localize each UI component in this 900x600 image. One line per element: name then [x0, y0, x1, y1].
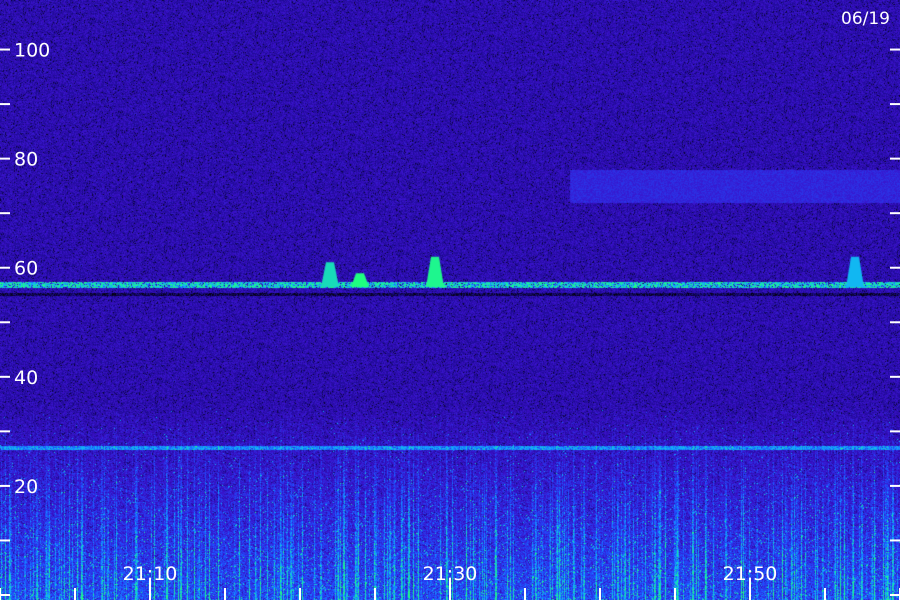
x-tick-label: 21:30: [423, 563, 478, 585]
axis-labels: 100 80 60 40 20 21:10 21:30 21:50: [14, 40, 777, 585]
y-axis-ticks: [0, 48, 900, 596]
axis-overlay: 100 80 60 40 20 21:10 21:30 21:50 06/19: [0, 9, 900, 600]
x-tick-label: 21:50: [723, 563, 778, 585]
y-tick-label: 100: [14, 40, 50, 62]
y-tick-label: 60: [14, 258, 38, 280]
y-tick-label: 40: [14, 367, 38, 389]
y-tick-label: 20: [14, 476, 38, 498]
x-tick-label: 21:10: [123, 563, 178, 585]
y-tick-label: 80: [14, 149, 38, 171]
date-label: 06/19: [841, 9, 890, 29]
